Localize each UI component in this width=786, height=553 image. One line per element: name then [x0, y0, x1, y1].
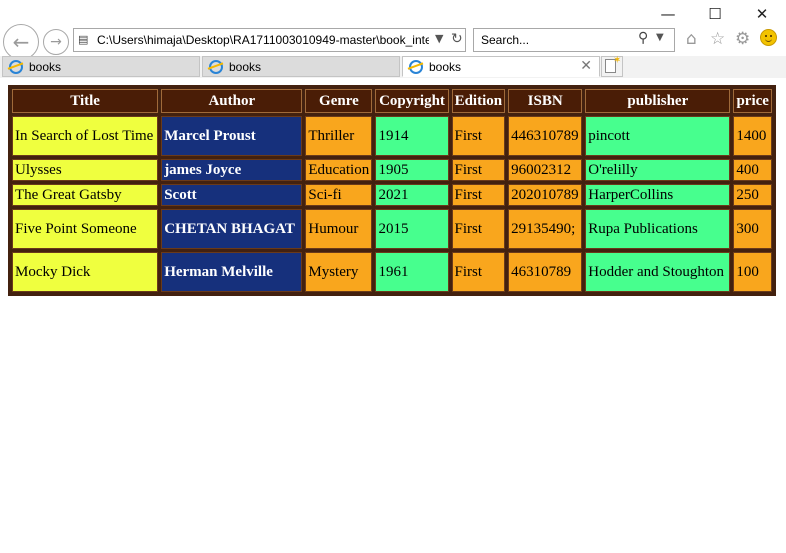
cell-isbn: 29135490; [508, 209, 583, 249]
cell-author: Scott [161, 184, 303, 206]
cell-title: Mocky Dick [12, 252, 159, 292]
cell-edition: First [451, 209, 506, 249]
column-header-isbn: ISBN [508, 89, 583, 113]
cell-publisher: pincott [585, 116, 731, 156]
cell-edition: First [451, 184, 506, 206]
tab-strip: books books books ✕ ✶ [0, 55, 786, 78]
cell-copyright: 1914 [375, 116, 449, 156]
table-row: In Search of Lost Time Marcel Proust Thr… [12, 116, 772, 156]
tab-books-active[interactable]: books ✕ [402, 56, 600, 77]
cell-price: 100 [733, 252, 772, 292]
table-row: The Great Gatsby Scott Sci-fi 2021 First… [12, 184, 772, 206]
search-dropdown-icon[interactable]: ▼ [656, 32, 664, 43]
cell-genre: Sci-fi [305, 184, 373, 206]
cell-genre: Mystery [305, 252, 373, 292]
cell-title: The Great Gatsby [12, 184, 159, 206]
tab-label: books [29, 60, 62, 74]
cell-copyright: 1961 [375, 252, 449, 292]
cell-copyright: 2015 [375, 209, 449, 249]
cell-price: 400 [733, 159, 772, 181]
tab-label: books [429, 60, 462, 74]
cell-edition: First [451, 116, 506, 156]
cell-isbn: 46310789 [508, 252, 583, 292]
cell-title: Ulysses [12, 159, 159, 181]
ie-page-icon [9, 60, 23, 74]
cell-author: james Joyce [161, 159, 303, 181]
table-row: Ulysses james Joyce Education 1905 First… [12, 159, 772, 181]
cell-copyright: 2021 [375, 184, 449, 206]
refresh-icon[interactable]: ↻ [451, 31, 463, 47]
cell-price: 300 [733, 209, 772, 249]
cell-author: Herman Melville [161, 252, 303, 292]
new-tab-button[interactable]: ✶ [601, 55, 623, 77]
cell-publisher: O'relilly [585, 159, 731, 181]
search-placeholder[interactable]: Search... [481, 33, 529, 47]
navigation-bar: ← → ▤ C:\Users\himaja\Desktop\RA17110030… [0, 22, 786, 60]
tab-books-2[interactable]: books [202, 56, 400, 77]
column-header-title: Title [12, 89, 159, 113]
cell-isbn: 446310789 [508, 116, 583, 156]
column-header-author: Author [161, 89, 303, 113]
new-tab-star-icon: ✶ [613, 55, 622, 66]
settings-gear-icon[interactable]: ⚙ [735, 29, 750, 49]
address-bar[interactable]: ▤ C:\Users\himaja\Desktop\RA171100301094… [73, 28, 466, 52]
column-header-price: price [733, 89, 772, 113]
feedback-smiley-icon[interactable] [760, 29, 777, 46]
books-table: Title Author Genre Copyright Edition ISB… [8, 85, 776, 296]
cell-price: 1400 [733, 116, 772, 156]
back-arrow-icon[interactable]: ← [3, 24, 39, 60]
cell-edition: First [451, 252, 506, 292]
column-header-edition: Edition [451, 89, 506, 113]
ie-page-icon [209, 60, 223, 74]
forward-arrow-icon[interactable]: → [43, 29, 69, 55]
column-header-genre: Genre [305, 89, 373, 113]
cell-title: In Search of Lost Time [12, 116, 159, 156]
favorites-star-icon[interactable]: ☆ [710, 29, 725, 49]
ie-page-icon [409, 60, 423, 74]
cell-author: CHETAN BHAGAT [161, 209, 303, 249]
close-tab-icon[interactable]: ✕ [580, 58, 592, 74]
cell-genre: Humour [305, 209, 373, 249]
home-icon[interactable]: ⌂ [686, 29, 697, 49]
cell-genre: Education [305, 159, 373, 181]
tab-label: books [229, 60, 262, 74]
cell-genre: Thriller [305, 116, 373, 156]
cell-author: Marcel Proust [161, 116, 303, 156]
cell-isbn: 96002312 [508, 159, 583, 181]
address-dropdown-icon[interactable]: ▼ [435, 32, 443, 45]
table-row: Five Point Someone CHETAN BHAGAT Humour … [12, 209, 772, 249]
page-content: Title Author Genre Copyright Edition ISB… [8, 85, 776, 296]
address-url[interactable]: C:\Users\himaja\Desktop\RA1711003010949-… [97, 33, 429, 47]
cell-price: 250 [733, 184, 772, 206]
search-icon[interactable]: ⚲ [638, 30, 648, 46]
column-header-copyright: Copyright [375, 89, 449, 113]
cell-publisher: HarperCollins [585, 184, 731, 206]
tab-books-1[interactable]: books [2, 56, 200, 77]
cell-title: Five Point Someone [12, 209, 159, 249]
cell-publisher: Rupa Publications [585, 209, 731, 249]
search-box[interactable]: Search... ⚲ ▼ [473, 28, 675, 52]
cell-copyright: 1905 [375, 159, 449, 181]
column-header-publisher: publisher [585, 89, 731, 113]
page-icon: ▤ [78, 33, 89, 46]
cell-publisher: Hodder and Stoughton [585, 252, 731, 292]
cell-edition: First [451, 159, 506, 181]
table-row: Mocky Dick Herman Melville Mystery 1961 … [12, 252, 772, 292]
table-header-row: Title Author Genre Copyright Edition ISB… [12, 89, 772, 113]
cell-isbn: 202010789 [508, 184, 583, 206]
